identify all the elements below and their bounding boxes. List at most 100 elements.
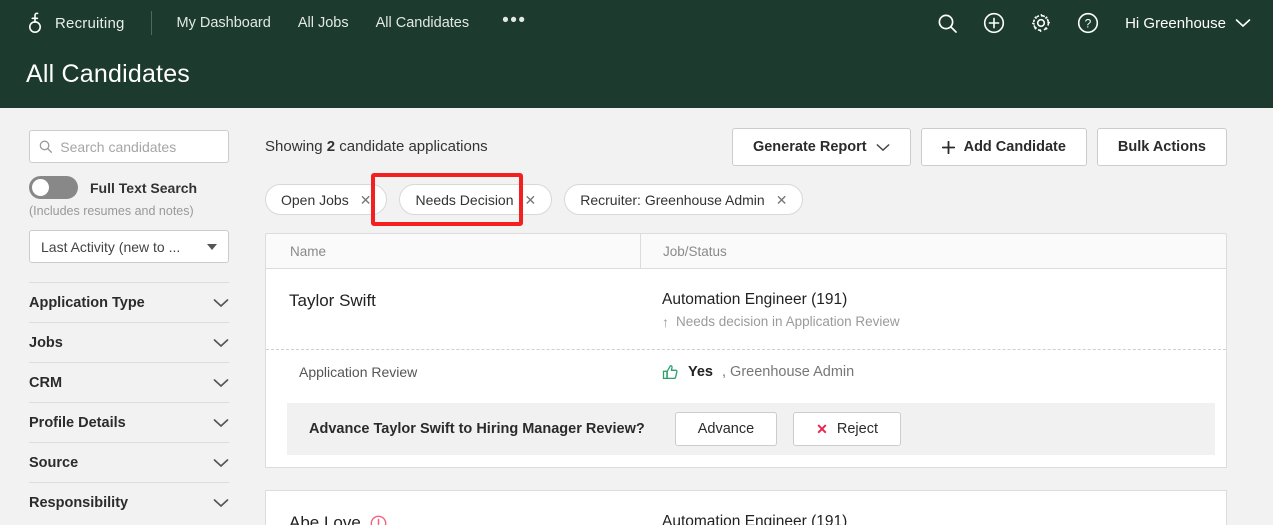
stage-decision-value: Yes , Greenhouse Admin (640, 364, 854, 381)
main-header-row: Showing 2 candidate applications Generat… (265, 128, 1227, 166)
facet-list: Application Type Jobs CRM Profile Detail… (29, 282, 229, 522)
advance-button[interactable]: Advance (674, 412, 778, 446)
job-title-link[interactable]: Automation Engineer (191) (662, 513, 900, 525)
showing-suffix: candidate applications (335, 138, 488, 155)
advance-label: Advance (697, 421, 755, 437)
sort-select[interactable]: Last Activity (new to ... (29, 230, 229, 263)
showing-count: 2 (326, 138, 336, 155)
full-text-search-label: Full Text Search (90, 179, 198, 196)
table-row[interactable]: Taylor Swift Automation Engineer (191) ↑… (266, 269, 1226, 349)
generate-report-label: Generate Report (752, 139, 867, 155)
user-greeting-label: Hi Greenhouse (1125, 14, 1226, 32)
reject-button[interactable]: ✕ Reject (793, 412, 901, 446)
candidate-job-cell: Automation Engineer (191) ↑ Needs decisi… (640, 513, 900, 525)
full-text-search-sublabel: (Includes resumes and notes) (29, 204, 194, 218)
close-icon[interactable]: ✕ (525, 193, 537, 207)
search-candidates-box[interactable] (29, 130, 229, 163)
chip-label: Open Jobs (281, 191, 349, 208)
brand-label[interactable]: Recruiting (55, 15, 125, 32)
column-header-name: Name (290, 243, 327, 259)
chevron-down-icon (213, 298, 229, 307)
page-title: All Candidates (26, 60, 191, 88)
chevron-down-icon (876, 143, 890, 151)
search-input[interactable] (60, 138, 219, 155)
status-label: Needs decision in Application Review (676, 314, 900, 329)
close-icon: ✕ (816, 420, 828, 437)
chevron-down-icon (213, 378, 229, 387)
greenhouse-g-logo-icon[interactable] (26, 10, 44, 36)
decision-author: , Greenhouse Admin (722, 364, 855, 380)
stage-name: Application Review (299, 364, 418, 380)
reject-label: Reject (836, 421, 878, 437)
chevron-down-icon (213, 458, 229, 467)
user-menu[interactable]: Hi Greenhouse (1125, 15, 1251, 32)
candidate-name-link[interactable]: Abe Love (289, 513, 640, 525)
filter-chip-recruiter[interactable]: Recruiter: Greenhouse Admin ✕ (564, 184, 804, 215)
add-candidate-label: Add Candidate (963, 139, 1066, 155)
chevron-down-icon (213, 498, 229, 507)
candidate-job-cell: Automation Engineer (191) ↑ Needs decisi… (640, 291, 900, 329)
header-action-buttons: Generate Report Add Candidate Bulk Actio… (731, 128, 1227, 166)
candidate-name-cell: Abe Love Intern (266, 513, 640, 525)
facet-jobs[interactable]: Jobs (29, 322, 229, 362)
job-title-link[interactable]: Automation Engineer (191) (662, 291, 900, 309)
search-icon[interactable] (935, 11, 959, 35)
gear-icon[interactable] (1029, 11, 1053, 35)
primary-nav-links: My Dashboard All Jobs All Candidates ••• (177, 11, 527, 32)
plus-circle-icon[interactable] (982, 11, 1006, 35)
candidate-name-link[interactable]: Taylor Swift (289, 291, 640, 311)
facet-source[interactable]: Source (29, 442, 229, 482)
card-spacer (265, 468, 1227, 490)
filter-chip-open-jobs[interactable]: Open Jobs ✕ (265, 184, 388, 215)
facet-label: Profile Details (29, 414, 126, 431)
nav-link-all-candidates[interactable]: All Candidates (376, 15, 470, 31)
facet-application-type[interactable]: Application Type (29, 282, 229, 322)
facet-responsibility[interactable]: Responsibility (29, 482, 229, 522)
facet-profile-details[interactable]: Profile Details (29, 402, 229, 442)
decision-value: Yes (688, 364, 713, 380)
facet-label: Source (29, 454, 79, 471)
generate-report-button[interactable]: Generate Report (731, 128, 911, 166)
filters-sidebar: Full Text Search (Includes resumes and n… (0, 108, 257, 525)
bulk-actions-label: Bulk Actions (1117, 139, 1206, 155)
main-content: Showing 2 candidate applications Generat… (257, 108, 1273, 525)
facet-crm[interactable]: CRM (29, 362, 229, 402)
nav-link-all-jobs[interactable]: All Jobs (298, 15, 349, 31)
stage-decision-row: Application Review Yes , Greenhouse Admin (266, 349, 1226, 394)
candidate-name-text: Abe Love (289, 513, 361, 525)
add-candidate-button[interactable]: Add Candidate (920, 128, 1087, 166)
bulk-actions-button[interactable]: Bulk Actions (1096, 128, 1227, 166)
filter-chip-needs-decision[interactable]: Needs Decision ✕ (399, 184, 553, 215)
arrow-up-icon: ↑ (662, 313, 669, 330)
facet-label: CRM (29, 374, 63, 391)
chevron-down-icon (1235, 19, 1251, 28)
results-count-text: Showing 2 candidate applications (265, 128, 488, 155)
alert-circle-icon[interactable] (370, 515, 387, 525)
nav-right-actions: ? Hi Greenhouse (935, 11, 1251, 35)
close-icon[interactable]: ✕ (360, 193, 372, 207)
top-navigation-bar: Recruiting My Dashboard All Jobs All Can… (0, 0, 1273, 108)
chip-label: Recruiter: Greenhouse Admin (580, 191, 765, 208)
nav-row: Recruiting My Dashboard All Jobs All Can… (0, 0, 1273, 46)
active-filter-chips: Open Jobs ✕ Needs Decision ✕ Recruiter: … (265, 173, 1227, 226)
chevron-down-icon (213, 418, 229, 427)
plus-icon (941, 140, 955, 154)
nav-overflow-menu-icon[interactable]: ••• (502, 11, 526, 31)
candidate-card: Abe Love Intern Automation Engineer (191… (265, 490, 1227, 525)
table-row[interactable]: Abe Love Intern Automation Engineer (191… (266, 491, 1226, 525)
help-circle-icon[interactable]: ? (1076, 11, 1100, 35)
candidate-card: Taylor Swift Automation Engineer (191) ↑… (265, 269, 1227, 468)
advance-question: Advance Taylor Swift to Hiring Manager R… (309, 421, 645, 437)
sort-select-value: Last Activity (new to ... (41, 238, 181, 255)
svg-text:?: ? (1085, 17, 1092, 31)
caret-down-icon (207, 243, 217, 250)
full-text-search-row: Full Text Search (29, 176, 229, 199)
nav-link-my-dashboard[interactable]: My Dashboard (177, 15, 271, 31)
full-text-search-toggle[interactable] (29, 176, 78, 199)
close-icon[interactable]: ✕ (776, 193, 788, 207)
chip-label: Needs Decision (415, 191, 514, 208)
candidate-name-cell: Taylor Swift (266, 291, 640, 329)
showing-prefix: Showing (265, 138, 327, 155)
facet-label: Responsibility (29, 494, 129, 511)
thumbs-up-icon (662, 364, 678, 379)
